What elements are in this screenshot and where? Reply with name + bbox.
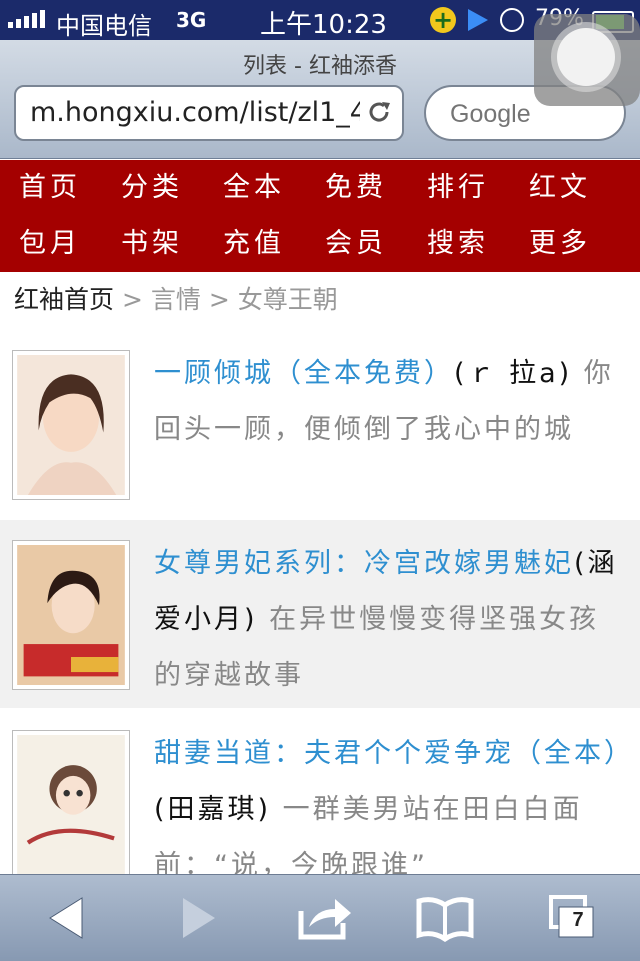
network-type: 3G <box>176 8 207 32</box>
nav-item-monthly[interactable]: 包月 <box>0 216 100 272</box>
nav-item-home[interactable]: 首页 <box>0 160 100 216</box>
play-icon <box>468 9 488 31</box>
tabs-count: 7 <box>572 909 584 931</box>
book-description: 一顾倾城（全本免费）(ｒ 拉a) 你回头一顾，便倾倒了我心中的城 <box>154 346 624 458</box>
nav-item-member[interactable]: 会员 <box>306 216 406 272</box>
book-author: (ｒ 拉a) <box>454 358 573 389</box>
breadcrumb-separator: > <box>121 285 143 314</box>
nav-item-complete[interactable]: 全本 <box>204 160 304 216</box>
book-description: 女尊男妃系列：冷宫改嫁男魅妃(涵爱小月) 在异世慢慢变得坚强女孩的穿越故事 <box>154 536 624 704</box>
main-nav: 首页 分类 全本 免费 排行 红文 包月 书架 充值 会员 搜索 更多 <box>0 160 640 272</box>
url-text: m.hongxiu.com/list/zl1_4 <box>30 97 360 128</box>
book-cover[interactable] <box>12 730 130 874</box>
book-description: 甜妻当道：夫君个个爱争宠（全本）(田嘉琪) 一群美男站在田白白面前：“说，今晚跟… <box>154 726 631 874</box>
book-cover-image <box>17 545 125 685</box>
clock-icon <box>500 8 524 32</box>
nav-item-category[interactable]: 分类 <box>102 160 202 216</box>
book-cover[interactable] <box>12 350 130 500</box>
back-icon[interactable] <box>40 893 100 943</box>
list-item[interactable]: 一顾倾城（全本免费）(ｒ 拉a) 你回头一顾，便倾倒了我心中的城 <box>0 330 640 518</box>
forward-icon[interactable] <box>165 893 225 943</box>
nav-item-search[interactable]: 搜索 <box>408 216 508 272</box>
assistive-touch-button[interactable] <box>534 14 640 106</box>
book-title-link[interactable]: 一顾倾城（全本免费） <box>154 358 454 389</box>
breadcrumb-home[interactable]: 红袖首页 <box>14 285 114 314</box>
browser-toolbar: 7 <box>0 874 640 961</box>
nav-item-ranking[interactable]: 排行 <box>408 160 508 216</box>
breadcrumb-current: 女尊王朝 <box>237 285 338 314</box>
share-icon[interactable] <box>295 893 355 943</box>
book-author: (田嘉琪) <box>154 794 272 825</box>
breadcrumb-category[interactable]: 言情 <box>151 285 201 314</box>
nav-item-free[interactable]: 免费 <box>306 160 406 216</box>
nav-item-more[interactable]: 更多 <box>510 216 610 272</box>
nav-item-bookshelf[interactable]: 书架 <box>102 216 202 272</box>
reload-icon[interactable] <box>366 99 392 125</box>
book-cover-image <box>17 355 125 495</box>
clock-time: 上午10:23 <box>260 10 387 40</box>
list-item[interactable]: 甜妻当道：夫君个个爱争宠（全本）(田嘉琪) 一群美男站在田白白面前：“说，今晚跟… <box>0 710 640 874</box>
breadcrumb-separator: > <box>208 285 230 314</box>
nav-item-recharge[interactable]: 充值 <box>204 216 304 272</box>
book-title-link[interactable]: 女尊男妃系列：冷宫改嫁男魅妃 <box>154 548 574 579</box>
add-icon: + <box>430 7 456 33</box>
nav-item-hot[interactable]: 红文 <box>510 160 610 216</box>
breadcrumb: 红袖首页 > 言情 > 女尊王朝 <box>14 280 338 316</box>
book-cover[interactable] <box>12 540 130 690</box>
signal-icon <box>8 10 45 28</box>
book-title-link[interactable]: 甜妻当道：夫君个个爱争宠（全本） <box>154 738 634 769</box>
address-bar[interactable]: m.hongxiu.com/list/zl1_4 <box>14 85 404 141</box>
tabs-icon[interactable]: 7 <box>545 893 605 943</box>
bookmarks-icon[interactable] <box>415 893 475 943</box>
book-cover-image <box>17 735 125 874</box>
list-item[interactable]: 女尊男妃系列：冷宫改嫁男魅妃(涵爱小月) 在异世慢慢变得坚强女孩的穿越故事 <box>0 520 640 708</box>
carrier-name: 中国电信 <box>56 12 152 40</box>
book-list: 一顾倾城（全本免费）(ｒ 拉a) 你回头一顾，便倾倒了我心中的城 女尊男妃系列：… <box>0 330 640 874</box>
